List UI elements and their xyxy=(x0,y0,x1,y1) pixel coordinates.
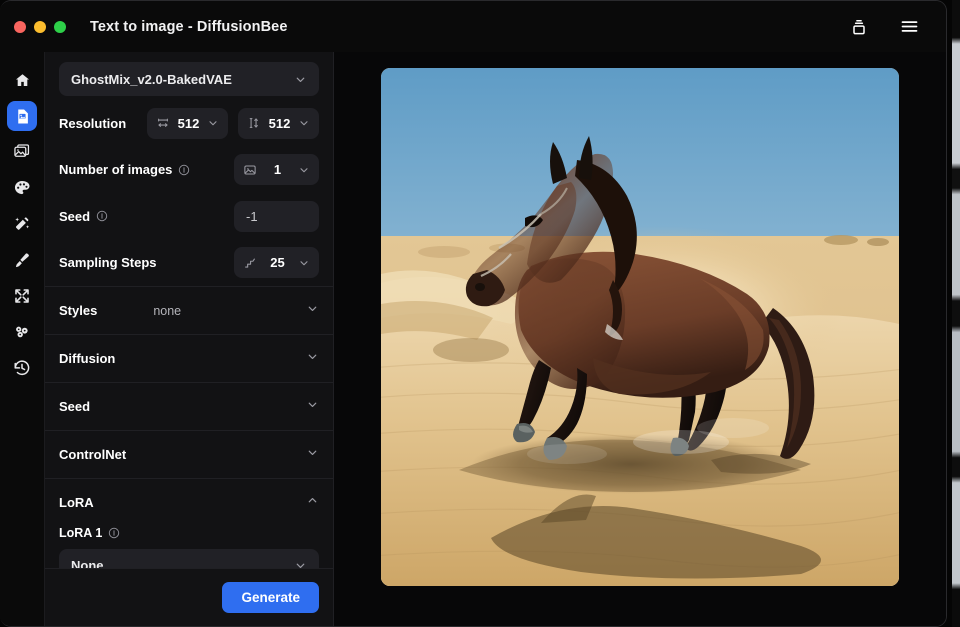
sampling-steps-controls: 25 xyxy=(234,247,319,279)
generated-image[interactable] xyxy=(381,68,899,586)
info-icon[interactable] xyxy=(108,527,120,539)
section-lora-header: LoRA xyxy=(45,479,333,526)
resolution-height-select[interactable]: 512 xyxy=(238,107,319,139)
number-of-images-value: 1 xyxy=(273,162,282,178)
field-label-sampling-steps: Sampling Steps xyxy=(59,255,157,270)
field-label-resolution: Resolution xyxy=(59,116,126,131)
section-styles-title: Styles xyxy=(59,303,98,318)
number-of-images-select[interactable]: 1 xyxy=(234,154,319,186)
model-select[interactable]: GhostMix_v2.0-BakedVAE xyxy=(59,62,319,96)
section-controlnet-header: ControlNet xyxy=(45,431,333,478)
section-lora-body: LoRA 1 None xyxy=(45,526,333,568)
section-diffusion-header: Diffusion xyxy=(45,335,333,382)
info-icon[interactable] xyxy=(178,164,190,176)
chevron-down-icon xyxy=(296,563,305,568)
image-icon xyxy=(244,165,256,175)
lora-1-label-text: LoRA 1 xyxy=(59,526,103,540)
section-controlnet[interactable]: ControlNet xyxy=(45,430,333,478)
chevron-down-icon xyxy=(306,350,319,368)
app-body: GhostMix_v2.0-BakedVAE Resolution 512 51… xyxy=(0,52,946,626)
seed-label-text: Seed xyxy=(59,208,91,224)
sidebar-item-upscale[interactable] xyxy=(7,281,37,311)
generate-button[interactable]: Generate xyxy=(222,582,319,613)
field-label-seed: Seed xyxy=(59,209,108,224)
field-number-of-images: Number of images 1 xyxy=(45,147,333,194)
settings-scroll-area[interactable]: GhostMix_v2.0-BakedVAE Resolution 512 51… xyxy=(45,52,333,568)
info-icon[interactable] xyxy=(96,210,108,222)
desktop-background: Text to image - DiffusionBee GhostMix_v2… xyxy=(0,0,960,627)
lora-1-select[interactable]: None xyxy=(59,549,319,568)
section-lora-title: LoRA xyxy=(59,495,94,510)
resolution-height-value: 512 xyxy=(268,115,291,131)
section-seed[interactable]: Seed xyxy=(45,382,333,430)
settings-panel: GhostMix_v2.0-BakedVAE Resolution 512 51… xyxy=(45,52,334,626)
chevron-down-icon xyxy=(300,121,308,126)
traffic-lights xyxy=(14,20,66,33)
chevron-down-icon xyxy=(300,260,308,266)
number-of-images-controls: 1 xyxy=(234,154,319,186)
title-bar-actions xyxy=(848,16,930,38)
seed-input[interactable]: -1 xyxy=(234,200,319,232)
seed-value: -1 xyxy=(246,208,258,224)
section-diffusion[interactable]: Diffusion xyxy=(45,334,333,382)
section-lora[interactable]: LoRA LoRA 1 None xyxy=(45,478,333,568)
field-label-number-of-images: Number of images xyxy=(59,162,190,177)
sampling-steps-select[interactable]: 25 xyxy=(234,247,319,279)
section-seed-header: Seed xyxy=(45,383,333,430)
section-seed-title: Seed xyxy=(59,399,91,414)
section-controlnet-title: ControlNet xyxy=(59,447,127,462)
desktop-edge-strip xyxy=(952,0,960,627)
minimize-button[interactable] xyxy=(34,20,46,33)
app-window: Text to image - DiffusionBee GhostMix_v2… xyxy=(0,0,947,627)
window-title: Text to image - DiffusionBee xyxy=(90,18,288,35)
steps-icon xyxy=(245,258,255,268)
field-sampling-steps: Sampling Steps 25 xyxy=(45,240,333,287)
chevron-down-icon xyxy=(306,398,319,416)
seed-controls: -1 xyxy=(234,200,319,232)
width-icon xyxy=(158,118,168,128)
lora-1-label: LoRA 1 xyxy=(59,526,319,540)
section-styles-value: none xyxy=(153,303,182,318)
sidebar-item-inpainting[interactable] xyxy=(7,245,37,275)
field-resolution: Resolution 512 512 xyxy=(45,100,333,147)
result-canvas xyxy=(334,52,946,626)
sidebar-toggle-icon[interactable] xyxy=(848,16,870,38)
lora-1-value: None xyxy=(71,558,104,568)
chevron-down-icon xyxy=(306,446,319,464)
resolution-controls: 512 512 xyxy=(147,107,319,139)
sampling-steps-label-text: Sampling Steps xyxy=(59,255,157,271)
section-styles-header: Styles none xyxy=(45,287,333,334)
sidebar-item-history[interactable] xyxy=(7,353,37,383)
hamburger-menu-icon[interactable] xyxy=(898,16,920,38)
chevron-down-icon xyxy=(209,121,217,126)
navigation-rail xyxy=(0,52,45,626)
model-select-value: GhostMix_v2.0-BakedVAE xyxy=(71,71,232,87)
chevron-up-icon xyxy=(306,494,319,512)
close-button[interactable] xyxy=(14,20,26,33)
chevron-down-icon xyxy=(306,302,319,320)
title-bar: Text to image - DiffusionBee xyxy=(0,1,946,52)
section-diffusion-title: Diffusion xyxy=(59,351,116,366)
sampling-steps-value: 25 xyxy=(270,255,285,271)
section-styles[interactable]: Styles none xyxy=(45,286,333,334)
sidebar-item-text-to-image[interactable] xyxy=(7,101,37,131)
resolution-label-text: Resolution xyxy=(59,115,127,131)
chevron-down-icon xyxy=(296,77,305,82)
sidebar-item-home[interactable] xyxy=(7,65,37,95)
panel-footer: Generate xyxy=(45,568,333,626)
sidebar-item-magic-edit[interactable] xyxy=(7,209,37,239)
height-icon xyxy=(249,118,258,129)
sidebar-item-models[interactable] xyxy=(7,317,37,347)
resolution-width-value: 512 xyxy=(177,115,200,131)
field-seed: Seed -1 xyxy=(45,193,333,240)
chevron-down-icon xyxy=(300,167,308,173)
number-of-images-label-text: Number of images xyxy=(59,162,173,178)
sidebar-item-image-to-image[interactable] xyxy=(7,137,37,167)
maximize-button[interactable] xyxy=(54,20,66,33)
resolution-width-select[interactable]: 512 xyxy=(147,107,228,139)
sidebar-item-styles[interactable] xyxy=(7,173,37,203)
model-selector-row: GhostMix_v2.0-BakedVAE xyxy=(45,52,333,100)
